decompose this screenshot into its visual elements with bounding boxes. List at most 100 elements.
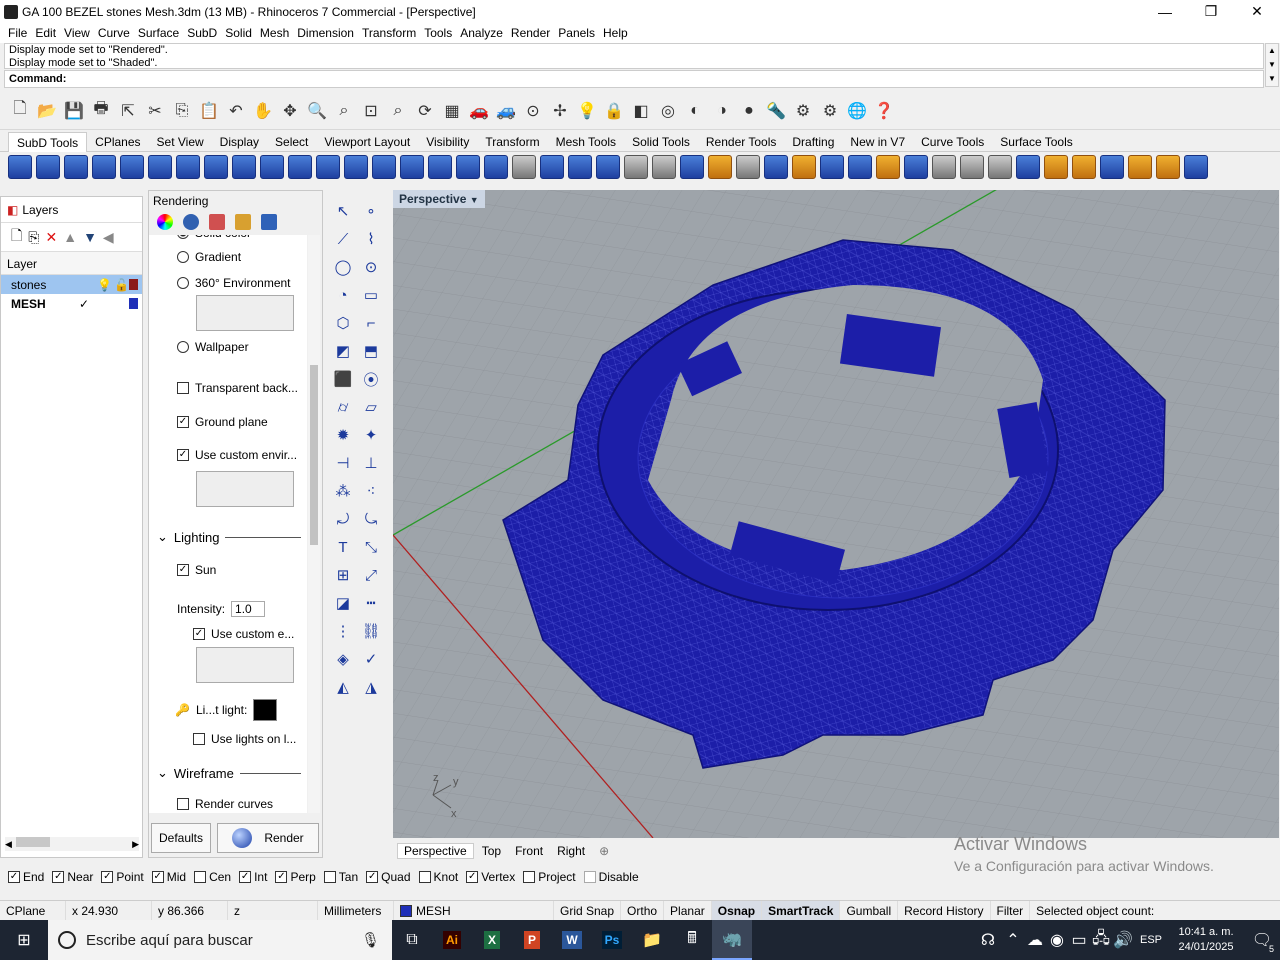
tab-mesh-tools[interactable]: Mesh Tools bbox=[548, 132, 624, 152]
tab-subd-tools[interactable]: SubD Tools bbox=[8, 131, 88, 152]
box-icon[interactable]: ⬛ bbox=[332, 368, 354, 390]
subd-sphere-grid-icon[interactable] bbox=[652, 155, 676, 179]
close-button[interactable]: ✕ bbox=[1234, 0, 1280, 23]
offset-icon[interactable]: ⤾ bbox=[332, 508, 354, 530]
smarttrack-button[interactable]: SmartTrack bbox=[762, 900, 841, 921]
move-down-icon[interactable]: ▼ bbox=[83, 229, 97, 245]
intensity-input[interactable]: 1.0 bbox=[231, 601, 266, 617]
subd-cone-icon[interactable] bbox=[64, 155, 88, 179]
subd-bridge-icon[interactable] bbox=[288, 155, 312, 179]
osnap-disable[interactable]: Disable bbox=[583, 870, 639, 884]
maximize-button[interactable]: ❐ bbox=[1188, 0, 1234, 23]
tab-curve-tools[interactable]: Curve Tools bbox=[913, 132, 992, 152]
visibility-bulb-icon[interactable]: 💡 bbox=[97, 278, 112, 292]
checkbox[interactable]: ✓ bbox=[275, 871, 288, 883]
subd-delete-icon[interactable] bbox=[792, 155, 816, 179]
wireframe-section[interactable]: ⌄ Wireframe bbox=[157, 765, 301, 781]
defaults-button[interactable]: Defaults bbox=[151, 823, 211, 853]
filter-button[interactable]: Filter bbox=[991, 900, 1031, 921]
record-history-button[interactable]: Record History bbox=[898, 900, 991, 921]
viewport-title[interactable]: Perspective ▼ bbox=[393, 190, 485, 208]
subd-cylinder-icon[interactable] bbox=[92, 155, 116, 179]
copy-icon[interactable]: ⎘ bbox=[170, 99, 194, 123]
dimension-icon[interactable]: ⤡ bbox=[360, 536, 382, 558]
menu-panels[interactable]: Panels bbox=[554, 26, 599, 40]
zoom-selected-icon[interactable]: ⌕ bbox=[386, 99, 410, 123]
powerpoint-icon[interactable]: P bbox=[512, 920, 552, 960]
subd-sweep-icon[interactable] bbox=[372, 155, 396, 179]
osnap-button[interactable]: Osnap bbox=[711, 900, 763, 921]
grid-snap-button[interactable]: Grid Snap bbox=[554, 900, 622, 921]
checkbox[interactable] bbox=[193, 733, 205, 745]
current-layer[interactable]: MESH bbox=[394, 900, 554, 921]
export-icon[interactable]: ⇱ bbox=[116, 99, 140, 123]
menu-mesh[interactable]: Mesh bbox=[256, 26, 293, 40]
select-arrow-icon[interactable]: ↖ bbox=[332, 200, 354, 222]
radio[interactable] bbox=[177, 341, 189, 353]
scale-icon[interactable]: ⤢ bbox=[360, 564, 382, 586]
perspective-viewport[interactable]: z y x bbox=[393, 190, 1279, 838]
collapse-icon[interactable]: ◀ bbox=[103, 229, 114, 246]
layer-lock-icon[interactable]: 🔓 bbox=[114, 278, 129, 292]
rendered-sphere-icon[interactable]: ◑ bbox=[710, 99, 734, 123]
checkbox[interactable] bbox=[323, 871, 336, 883]
network-icon[interactable]: 🖧 bbox=[1090, 920, 1112, 960]
delete-layer-icon[interactable]: ✕ bbox=[45, 229, 57, 246]
environment-preview[interactable] bbox=[196, 295, 294, 331]
gear-shape-icon[interactable]: ✹ bbox=[332, 424, 354, 446]
subd-box-yellow-icon[interactable] bbox=[1044, 155, 1068, 179]
layer-color-swatch[interactable] bbox=[129, 279, 138, 290]
taskbar-search[interactable]: Escribe aquí para buscar 🎙 bbox=[48, 920, 392, 960]
layer-color-swatch[interactable] bbox=[129, 298, 138, 309]
cplane-label[interactable]: CPlane bbox=[0, 900, 66, 921]
use-custom-checkbox[interactable]: ✓ Use custom e... bbox=[193, 627, 294, 641]
subd-torus-icon[interactable] bbox=[176, 155, 200, 179]
tab-drafting[interactable]: Drafting bbox=[784, 132, 842, 152]
osnap-point[interactable]: ✓ Point bbox=[101, 870, 144, 884]
menu-dimension[interactable]: Dimension bbox=[293, 26, 358, 40]
light-icon[interactable]: 🔦 bbox=[764, 99, 788, 123]
trim-icon[interactable]: ⊣ bbox=[332, 452, 354, 474]
volume-icon[interactable]: 🔊 bbox=[1112, 920, 1134, 960]
explode-icon[interactable]: ✦ bbox=[360, 424, 382, 446]
task-view-icon[interactable]: ⧉ bbox=[392, 920, 432, 960]
file-explorer-icon[interactable]: 📁 bbox=[632, 920, 672, 960]
tab-viewport-layout[interactable]: Viewport Layout bbox=[316, 132, 418, 152]
ortho-button[interactable]: Ortho bbox=[621, 900, 665, 921]
command-scrollbar[interactable]: ▲ ▼ ▼ bbox=[1265, 43, 1279, 87]
lock-icon[interactable]: 🔒 bbox=[602, 99, 626, 123]
radio[interactable] bbox=[177, 277, 189, 289]
select-point-icon[interactable]: ⊙ bbox=[521, 99, 545, 123]
menu-render[interactable]: Render bbox=[507, 26, 554, 40]
menu-tools[interactable]: Tools bbox=[420, 26, 456, 40]
color-wheel-icon[interactable]: ◎ bbox=[656, 99, 680, 123]
rectangle-icon[interactable]: ▭ bbox=[360, 284, 382, 306]
subd-display-icon[interactable] bbox=[932, 155, 956, 179]
osnap-int[interactable]: ✓ Int bbox=[239, 870, 267, 884]
sun-checkbox[interactable]: ✓ Sun bbox=[177, 563, 216, 577]
help-icon[interactable]: ❓ bbox=[872, 99, 896, 123]
subd-refresh-icon[interactable] bbox=[1184, 155, 1208, 179]
photoshop-icon[interactable]: Ps bbox=[592, 920, 632, 960]
checkbox[interactable]: ✓ bbox=[52, 871, 65, 883]
subd-sphere-icon[interactable] bbox=[120, 155, 144, 179]
tab-transform[interactable]: Transform bbox=[477, 132, 547, 152]
checkbox[interactable] bbox=[583, 871, 596, 883]
osnap-vertex[interactable]: ✓ Vertex bbox=[466, 870, 515, 884]
subd-weight-icon[interactable] bbox=[848, 155, 872, 179]
subd-pipe-icon[interactable] bbox=[260, 155, 284, 179]
subd-insert-icon[interactable] bbox=[568, 155, 592, 179]
chain-icon[interactable]: ⛓ bbox=[360, 620, 382, 642]
car-gray-icon[interactable]: 🚙 bbox=[494, 99, 518, 123]
gumball-icon[interactable]: ✢ bbox=[548, 99, 572, 123]
tab-set-view[interactable]: Set View bbox=[149, 132, 212, 152]
osnap-near[interactable]: ✓ Near bbox=[52, 870, 93, 884]
subd-symmetry-icon[interactable] bbox=[764, 155, 788, 179]
osnap-mid[interactable]: ✓ Mid bbox=[151, 870, 186, 884]
windows-start-icon[interactable]: ⊞ bbox=[0, 920, 48, 960]
mesh-icon[interactable]: ◭ bbox=[332, 676, 354, 698]
collapse-chevron-icon[interactable]: ⌄ bbox=[157, 765, 168, 781]
group-icon[interactable]: ⁂ bbox=[332, 480, 354, 502]
scroll-thumb[interactable] bbox=[310, 365, 318, 545]
point-icon[interactable]: ∘ bbox=[360, 200, 382, 222]
